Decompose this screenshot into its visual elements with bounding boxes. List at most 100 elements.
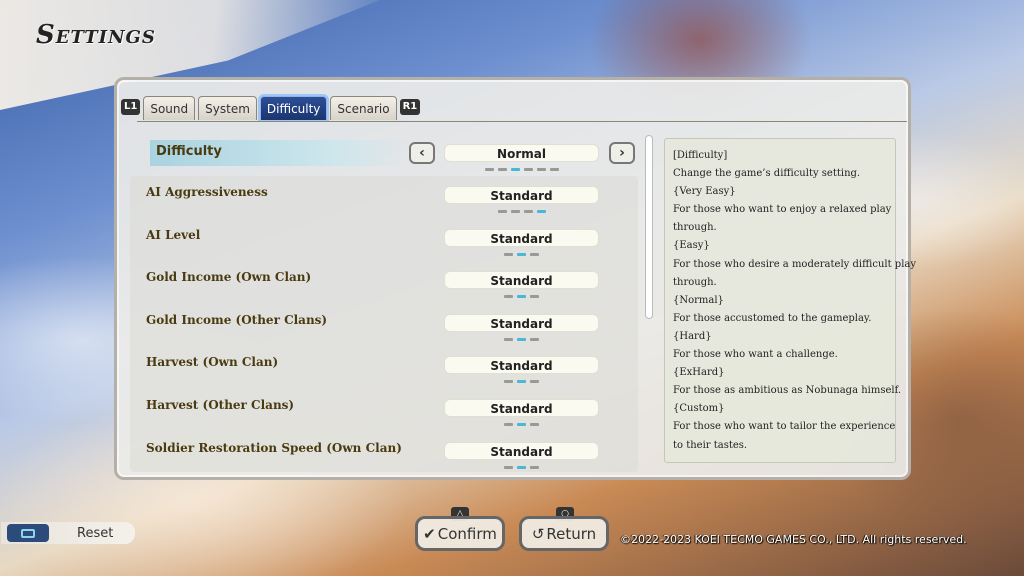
level-dot — [530, 252, 539, 256]
help-text-line: {ExHard} — [673, 367, 725, 379]
level-dot — [497, 210, 507, 213]
page-title: Settings — [36, 20, 156, 50]
return-arrow-icon: ↺ — [531, 524, 545, 543]
tab-bar: L1 Sound System Difficulty Scenario R1 — [121, 94, 421, 120]
help-text-line: {Very Easy} — [673, 186, 736, 198]
level-dot — [504, 295, 513, 299]
difficulty-value: Normal — [444, 144, 599, 162]
option-row[interactable]: AI Aggressiveness Standard — [130, 176, 638, 219]
help-text-line: to their tastes. — [673, 439, 748, 451]
help-text-line: Change the game’s difficulty setting. — [673, 168, 861, 180]
option-value: Standard — [444, 356, 599, 375]
help-text-line: {Normal} — [673, 294, 724, 306]
option-label: Gold Income (Own Clan) — [146, 270, 312, 285]
help-text-line: {Easy} — [673, 240, 710, 252]
help-text-line: {Hard} — [673, 330, 712, 342]
level-dot — [517, 295, 526, 299]
level-dot — [549, 168, 559, 171]
difficulty-level-indicator — [444, 168, 599, 172]
option-value: Standard — [444, 399, 599, 417]
tab-system[interactable]: System — [198, 96, 257, 120]
level-dot — [536, 168, 546, 171]
reset-label: Reset — [77, 525, 114, 541]
option-row[interactable]: Soldier Restoration Speed (Own Clan) Stan… — [130, 432, 638, 472]
help-text-line: For those who want to enjoy a relaxed pl… — [673, 204, 892, 216]
level-dot — [504, 252, 513, 256]
option-label: Gold Income (Other Clans) — [146, 312, 328, 327]
return-button[interactable]: ↺ Return — [519, 516, 609, 551]
copyright-text: ©2022-2023 KOEI TECMO GAMES CO., LTD. Al… — [620, 533, 967, 546]
touchpad-icon — [7, 524, 49, 542]
help-text-line: For those accustomed to the gameplay. — [673, 312, 872, 324]
option-label: Soldier Restoration Speed (Own Clan) — [146, 440, 402, 455]
option-level-indicator — [444, 380, 599, 384]
level-dot — [504, 380, 513, 384]
option-row[interactable]: AI Level Standard — [130, 219, 638, 262]
level-dot — [523, 210, 533, 213]
option-value: Standard — [444, 228, 599, 247]
option-label: AI Level — [146, 227, 201, 242]
confirm-label: Confirm — [437, 524, 497, 543]
option-label: Harvest (Other Clans) — [146, 398, 295, 412]
check-icon: ✔ — [423, 524, 436, 543]
return-label: Return — [546, 524, 597, 543]
chevron-left-icon[interactable]: ‹ — [409, 142, 435, 164]
tab-divider — [137, 121, 907, 122]
help-text-line: For those who desire a moderately diffic… — [673, 258, 917, 270]
level-dot — [530, 423, 539, 426]
reset-button[interactable]: Reset — [1, 522, 135, 544]
option-level-indicator — [444, 337, 599, 342]
option-row[interactable]: Gold Income (Other Clans) Standard — [130, 304, 638, 347]
option-level-indicator — [444, 423, 599, 427]
level-dot — [530, 295, 539, 299]
level-dot — [536, 210, 546, 213]
level-dot — [484, 168, 494, 171]
tab-scenario[interactable]: Scenario — [330, 96, 397, 120]
option-level-indicator — [444, 295, 599, 299]
option-row[interactable]: Gold Income (Own Clan) Standard — [130, 261, 638, 304]
level-dot — [530, 380, 539, 384]
options-list: AI Aggressiveness Standard AI Level Standar… — [130, 176, 638, 472]
help-text-line: For those as ambitious as Nobunaga himse… — [673, 385, 902, 397]
help-text-line: through. — [673, 222, 717, 234]
option-value: Standard — [444, 271, 599, 290]
level-dot — [497, 168, 507, 171]
level-dot — [530, 337, 539, 341]
level-dot — [510, 168, 520, 171]
level-dot — [530, 465, 539, 469]
level-dot — [504, 465, 513, 469]
level-dot — [510, 210, 520, 213]
option-value: Standard — [444, 186, 599, 204]
option-level-indicator — [444, 252, 599, 257]
difficulty-label: Difficulty — [150, 140, 408, 166]
tab-sound[interactable]: Sound — [143, 96, 196, 120]
help-text-line: through. — [673, 276, 717, 288]
option-label: Harvest (Own Clan) — [146, 355, 279, 370]
level-dot — [517, 380, 526, 384]
settings-panel: L1 Sound System Difficulty Scenario R1 D… — [114, 77, 917, 480]
help-text-line: For those who want to tailor the experie… — [673, 421, 896, 433]
option-level-indicator — [444, 210, 599, 214]
help-panel: [Difficulty] Change the game’s difficulty… — [664, 138, 917, 463]
option-row[interactable]: Harvest (Own Clan) Standard — [130, 346, 638, 389]
option-value: Standard — [444, 441, 599, 460]
difficulty-row[interactable]: Difficulty ‹ Normal › — [150, 140, 640, 171]
l1-button-icon[interactable]: L1 — [121, 99, 141, 115]
level-dot — [504, 337, 513, 341]
option-label: AI Aggressiveness — [146, 185, 268, 199]
r1-button-icon[interactable]: R1 — [399, 99, 421, 115]
level-dot — [523, 168, 533, 171]
scrollbar[interactable] — [645, 135, 653, 319]
confirm-button[interactable]: ✔ Confirm — [415, 516, 505, 551]
level-dot — [504, 423, 513, 426]
tab-difficulty[interactable]: Difficulty — [259, 96, 328, 120]
option-value: Standard — [444, 313, 599, 332]
help-text-line: [Difficulty] — [673, 150, 728, 161]
option-row[interactable]: Harvest (Other Clans) Standard — [130, 389, 638, 432]
level-dot — [517, 465, 526, 469]
chevron-right-icon[interactable]: › — [609, 142, 635, 164]
option-level-indicator — [444, 465, 599, 470]
help-text-line: {Custom} — [673, 403, 725, 415]
level-dot — [517, 337, 526, 341]
level-dot — [517, 423, 526, 426]
